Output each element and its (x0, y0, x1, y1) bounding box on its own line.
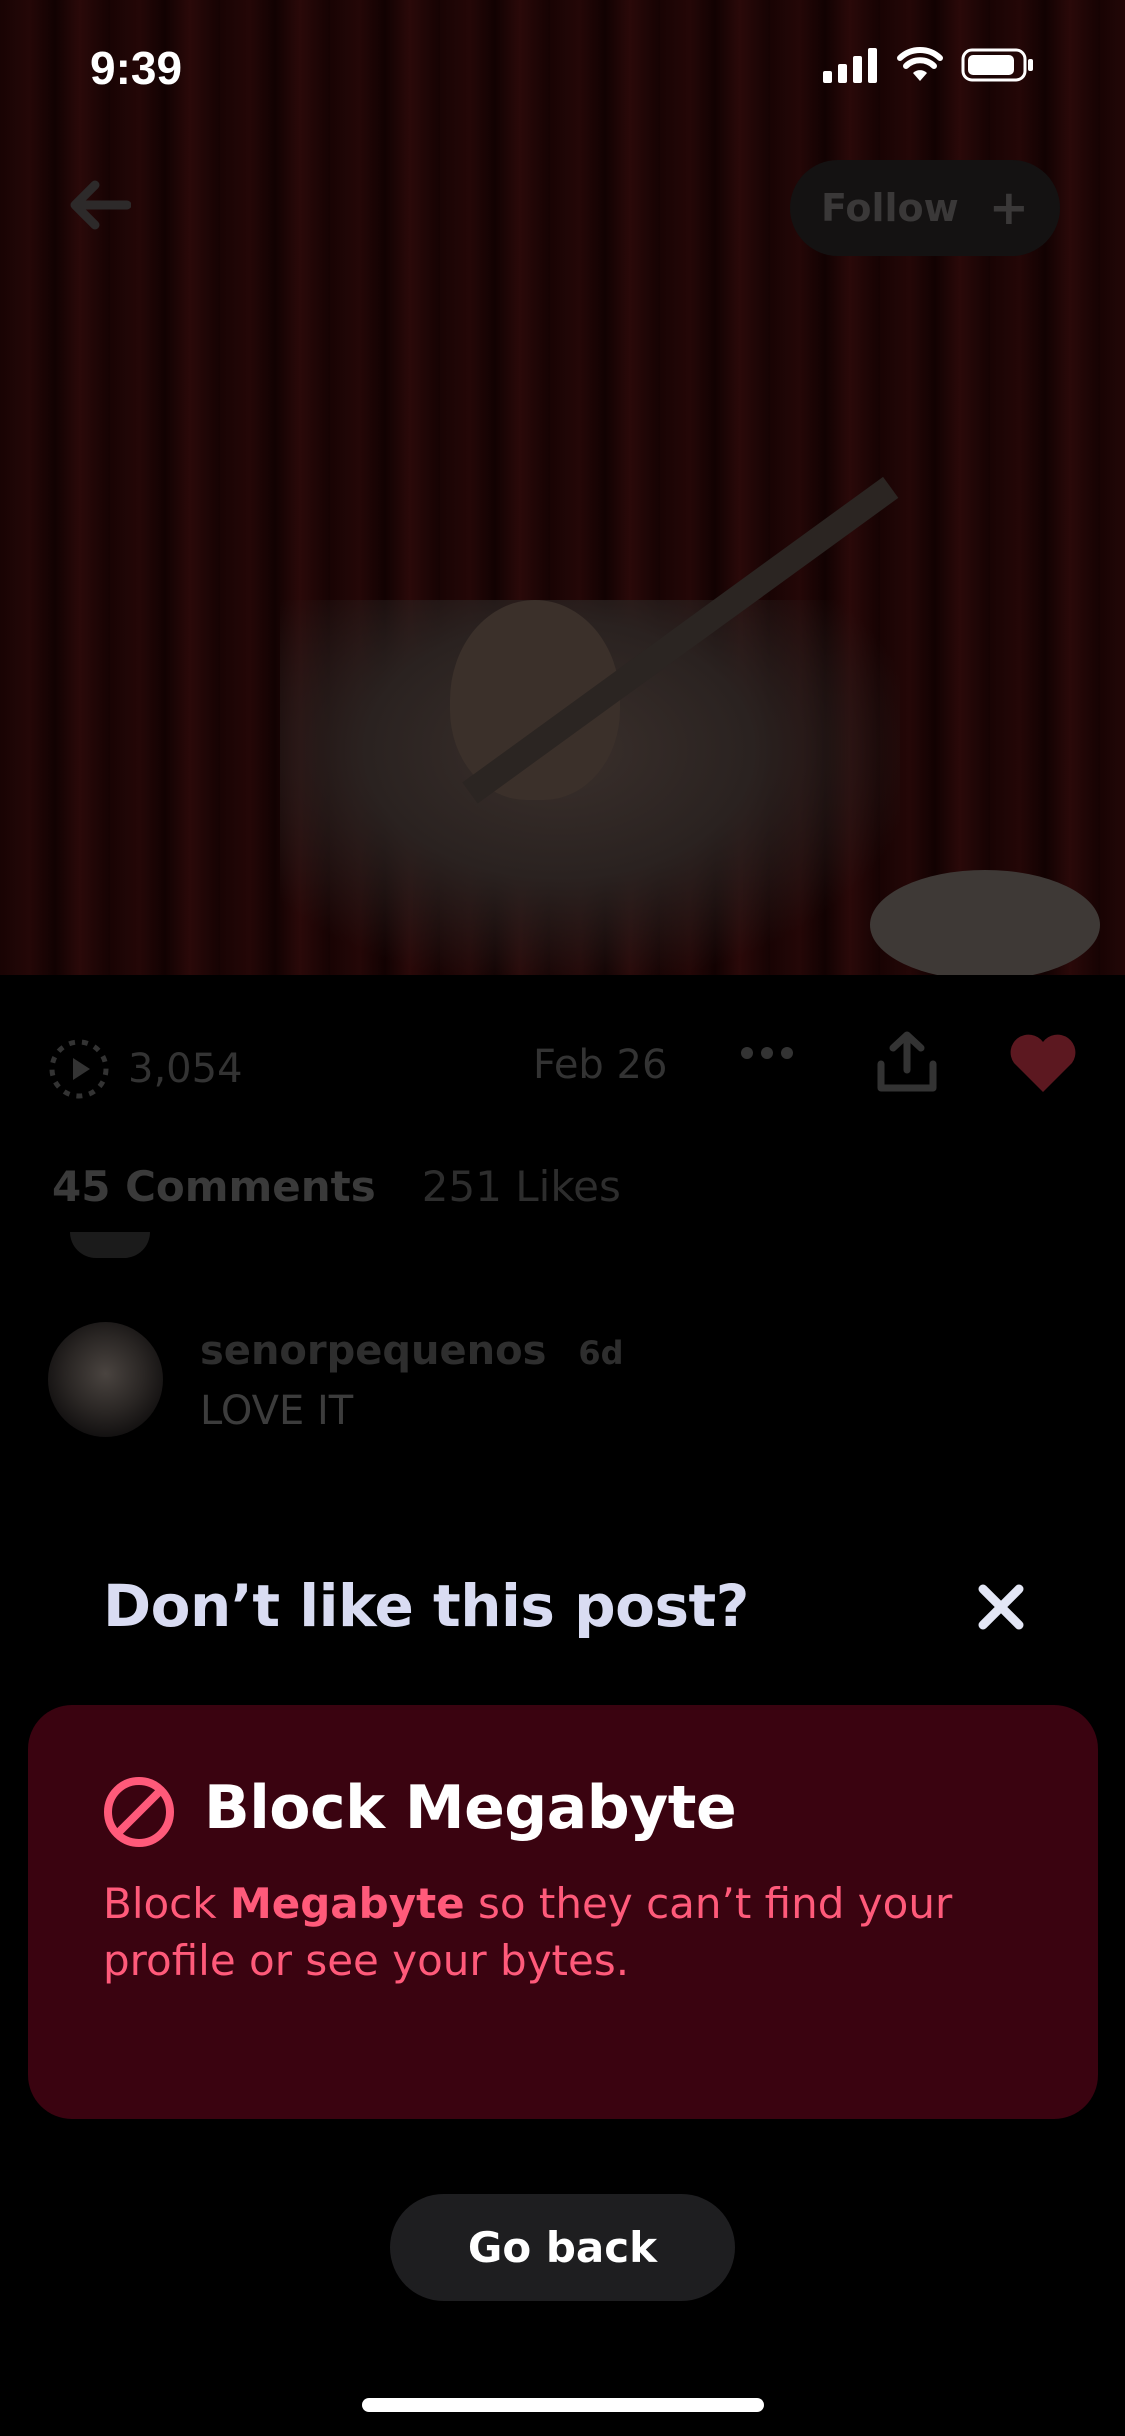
comment-item: senorpequenos 6d LOVE IT (48, 1322, 1048, 1442)
share-icon[interactable] (875, 1030, 939, 1094)
post-image-drum (870, 870, 1100, 975)
follow-button[interactable]: Follow + (790, 160, 1060, 256)
views-count: 3,054 (48, 1038, 243, 1100)
sheet-title: Don’t like this post? (103, 1572, 749, 1640)
more-icon[interactable] (740, 1046, 794, 1060)
tab-comments[interactable]: 45 Comments (52, 1162, 376, 1211)
status-icons (823, 47, 1035, 83)
post-tabs: 45 Comments 251 Likes (52, 1162, 621, 1211)
heart-icon[interactable] (1008, 1032, 1078, 1094)
follow-label: Follow (820, 186, 959, 230)
back-button[interactable] (55, 160, 145, 250)
post-meta-row: 3,054 Feb 26 (0, 1020, 1125, 1110)
comment-text: LOVE IT (200, 1388, 354, 1434)
block-desc-name: Megabyte (229, 1879, 465, 1928)
status-time: 9:39 (90, 42, 183, 94)
plus-icon: + (988, 180, 1029, 236)
avatar[interactable] (48, 1322, 163, 1437)
views-value: 3,054 (128, 1046, 243, 1092)
battery-icon (961, 48, 1033, 82)
block-user-card[interactable]: Block Megabyte Block Megabyte so they ca… (28, 1705, 1098, 2119)
block-icon (104, 1777, 174, 1847)
comment-author-line: senorpequenos 6d (200, 1328, 624, 1374)
block-description: Block Megabyte so they can’t find your p… (103, 1875, 1063, 1989)
post-date: Feb 26 (533, 1042, 668, 1088)
home-indicator[interactable] (362, 2398, 764, 2412)
signal-icon (823, 48, 877, 83)
go-back-button[interactable]: Go back (390, 2194, 735, 2301)
wifi-icon (897, 47, 943, 81)
block-title: Block Megabyte (204, 1773, 737, 1843)
tab-likes[interactable]: 251 Likes (422, 1162, 621, 1211)
views-icon (49, 1039, 109, 1099)
post-image (0, 0, 1125, 975)
comment-time: 6d (578, 1334, 624, 1372)
close-icon (978, 1584, 1024, 1630)
close-button[interactable] (966, 1572, 1036, 1642)
status-bar: 9:39 (0, 0, 1125, 130)
block-desc-prefix: Block (103, 1879, 230, 1928)
comment-author[interactable]: senorpequenos (200, 1328, 546, 1374)
back-arrow-icon (70, 180, 131, 230)
comment-avatar-partial (70, 1232, 150, 1258)
